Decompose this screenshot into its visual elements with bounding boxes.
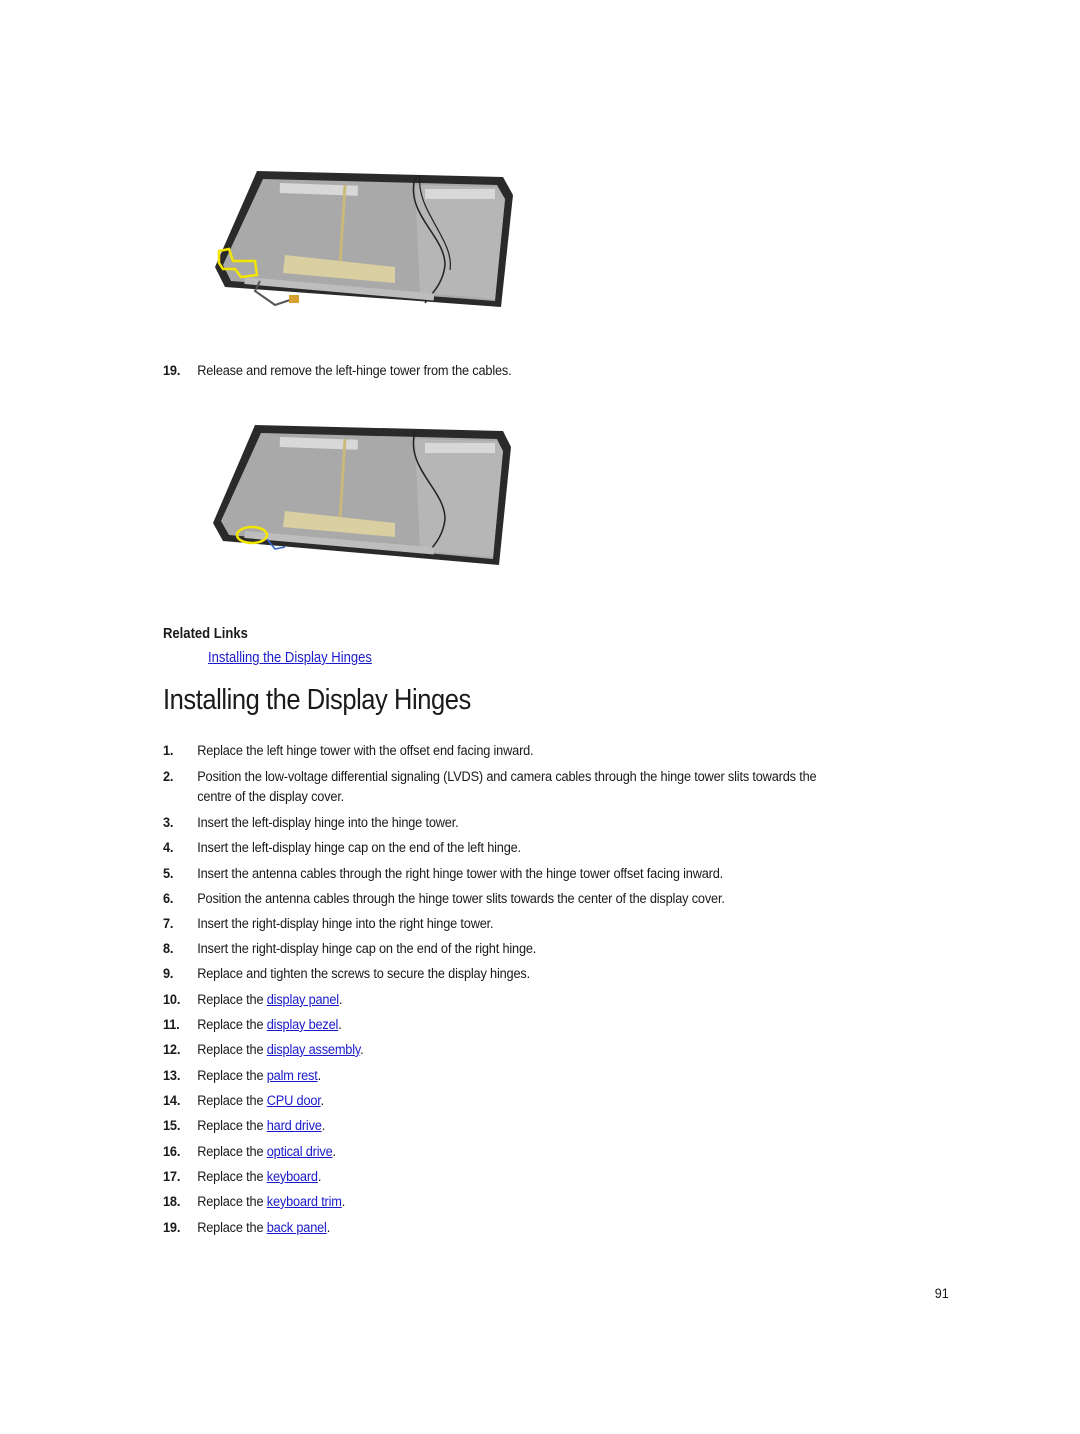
step-item: 6. Position the antenna cables through th… <box>163 889 725 909</box>
page-number: 91 <box>934 1285 949 1301</box>
step-text: Replace the <box>197 1220 267 1236</box>
step-text-continued: centre of the display cover. <box>197 789 345 805</box>
step-number: 9. <box>163 966 174 982</box>
step-text: Insert the right-display hinge into the … <box>197 916 494 932</box>
step-number: 15. <box>163 1118 181 1134</box>
cover-panel-right <box>415 439 503 557</box>
step-number: 19. <box>163 1220 181 1236</box>
step-link[interactable]: display assembly <box>267 1042 361 1058</box>
step-item: 19. Replace the back panel. <box>163 1218 330 1238</box>
related-links-title: Related Links <box>163 626 248 642</box>
step-text: Insert the antenna cables through the ri… <box>197 866 724 882</box>
step-number: 13. <box>163 1068 181 1084</box>
step-item: 5. Insert the antenna cables through the … <box>163 864 723 884</box>
step-text: Replace the <box>197 1169 267 1185</box>
step-number: 18. <box>163 1194 181 1210</box>
step-text: Replace and tighten the screws to secure… <box>197 966 530 982</box>
step-number: 7. <box>163 916 174 932</box>
step-link[interactable]: display bezel <box>267 1017 339 1033</box>
step-number: 19. <box>163 363 181 379</box>
step-item: 7. Insert the right-display hinge into th… <box>163 914 494 934</box>
step-number: 16. <box>163 1144 181 1160</box>
step-link[interactable]: palm rest <box>267 1068 318 1084</box>
step-item: 12. Replace the display assembly. <box>163 1040 364 1060</box>
step-number: 10. <box>163 992 181 1008</box>
step-text: Release and remove the left-hinge tower … <box>197 363 512 379</box>
label-strip <box>425 443 495 453</box>
step-number: 2. <box>163 769 174 785</box>
step-text: Replace the <box>197 1093 267 1109</box>
step-suffix: . <box>360 1042 364 1058</box>
step-suffix: . <box>321 1118 326 1134</box>
section-title: Installing the Display Hinges <box>163 684 471 716</box>
related-link-installing-display-hinges[interactable]: Installing the Display Hinges <box>208 650 372 666</box>
step-link[interactable]: hard drive <box>267 1118 322 1134</box>
step-text: Replace the <box>197 1017 267 1033</box>
step-text: Insert the left-display hinge into the h… <box>197 815 459 831</box>
step-link[interactable]: keyboard <box>267 1169 318 1185</box>
step-text: Position the antenna cables through the … <box>197 891 725 907</box>
step-text: Insert the right-display hinge cap on th… <box>197 941 537 957</box>
step-item: 11. Replace the display bezel. <box>163 1015 342 1035</box>
step-number: 6. <box>163 891 174 907</box>
step-suffix: . <box>317 1068 322 1084</box>
step-text: Replace the <box>197 1042 267 1058</box>
step-link[interactable]: back panel <box>267 1220 327 1236</box>
step-item: 15. Replace the hard drive. <box>163 1116 325 1136</box>
step-item: 16. Replace the optical drive. <box>163 1142 336 1162</box>
step-suffix: . <box>338 992 343 1008</box>
step-link[interactable]: CPU door <box>267 1093 321 1109</box>
step-number: 17. <box>163 1169 181 1185</box>
step-text: Replace the <box>197 1118 267 1134</box>
step-link[interactable]: optical drive <box>267 1144 333 1160</box>
step-text: Replace the left hinge tower with the of… <box>197 743 534 759</box>
step-item: 4. Insert the left-display hinge cap on t… <box>163 838 521 858</box>
step-suffix: . <box>326 1220 331 1236</box>
cover-panel-right <box>415 185 505 299</box>
step-item: 3. Insert the left-display hinge into the… <box>163 813 459 833</box>
step-text: Replace the <box>197 1144 267 1160</box>
step-number: 5. <box>163 866 174 882</box>
figure-display-cover-1 <box>215 171 513 307</box>
step-number: 3. <box>163 815 174 831</box>
step-link[interactable]: display panel <box>267 992 339 1008</box>
step-number: 4. <box>163 840 174 856</box>
step-suffix: . <box>341 1194 346 1210</box>
step-item: 13. Replace the palm rest. <box>163 1066 321 1086</box>
step-item: 2. Position the low-voltage differential … <box>163 767 817 807</box>
step-text: Replace the <box>197 992 267 1008</box>
connector <box>289 295 299 303</box>
step-text: Replace the <box>197 1068 267 1084</box>
figure-display-cover-2 <box>213 425 511 565</box>
step-item: 18. Replace the keyboard trim. <box>163 1192 345 1212</box>
step-number: 8. <box>163 941 174 957</box>
step-suffix: . <box>338 1017 342 1033</box>
step-text: Position the low-voltage differential si… <box>197 769 817 785</box>
pre-step: 19. Release and remove the left-hinge tow… <box>163 361 512 381</box>
step-suffix: . <box>320 1093 325 1109</box>
label-strip <box>425 189 495 199</box>
step-number: 12. <box>163 1042 181 1058</box>
step-item: 10. Replace the display panel. <box>163 990 342 1010</box>
step-suffix: . <box>317 1169 322 1185</box>
step-item: 8. Insert the right-display hinge cap on … <box>163 939 536 959</box>
step-item: 14. Replace the CPU door. <box>163 1091 324 1111</box>
step-text: Insert the left-display hinge cap on the… <box>197 840 521 856</box>
step-number: 1. <box>163 743 174 759</box>
step-number: 11. <box>163 1017 180 1033</box>
step-number: 14. <box>163 1093 181 1109</box>
step-item: 9. Replace and tighten the screws to secu… <box>163 964 530 984</box>
step-link[interactable]: keyboard trim <box>267 1194 342 1210</box>
step-item: 17. Replace the keyboard. <box>163 1167 321 1187</box>
step-suffix: . <box>332 1144 337 1160</box>
step-item: 1. Replace the left hinge tower with the … <box>163 741 534 761</box>
step-text: Replace the <box>197 1194 267 1210</box>
